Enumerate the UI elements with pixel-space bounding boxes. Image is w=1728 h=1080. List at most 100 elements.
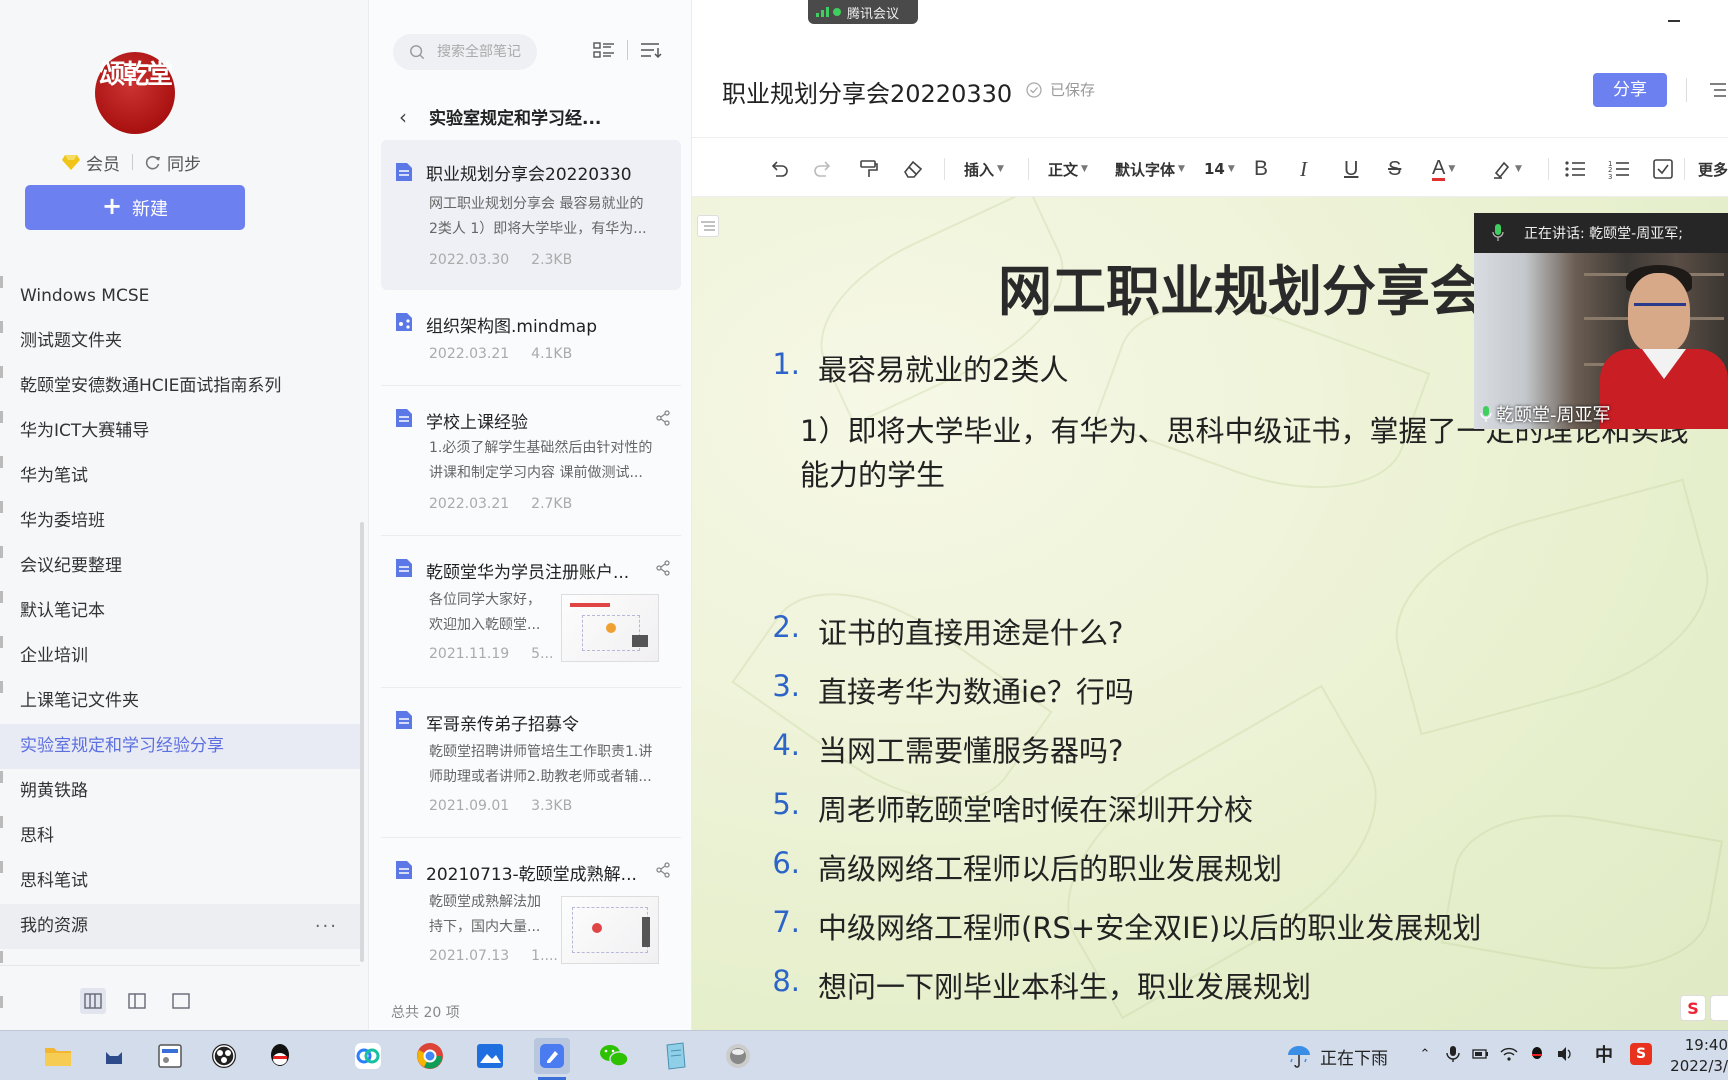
checklist-icon[interactable]	[1652, 158, 1674, 180]
share-icon[interactable]	[655, 410, 671, 426]
note-card[interactable]: 20210713-乾颐堂成熟解... 乾颐堂成熟解法加 持下，国内大量... 20…	[381, 838, 681, 988]
more-tools-button[interactable]: 更多	[1698, 158, 1728, 180]
outline-icon[interactable]	[1708, 80, 1728, 100]
redo-icon[interactable]	[812, 158, 834, 180]
chevron-down-icon: ▼	[1448, 164, 1456, 174]
three-column-view-icon[interactable]	[80, 988, 106, 1014]
underline-button[interactable]: U	[1344, 158, 1358, 180]
sync-icon[interactable]	[145, 154, 161, 170]
qq-tray-icon[interactable]	[1528, 1045, 1546, 1063]
share-button[interactable]: 分享	[1593, 73, 1667, 107]
sogou-floating-icon[interactable]: S	[1680, 995, 1706, 1021]
brand-logo[interactable]: 颂乾堂	[95, 52, 175, 134]
app-icon[interactable]	[720, 1038, 756, 1074]
document-title[interactable]: 职业规划分享会20220330	[722, 74, 1012, 109]
note-title: 学校上课经验	[426, 413, 528, 433]
folder-item[interactable]: 华为ICT大赛辅导	[0, 409, 360, 454]
note-card[interactable]: 乾颐堂华为学员注册账户... 各位同学大家好， 欢迎加入乾颐堂... 2021.1…	[381, 536, 681, 688]
format-painter-icon[interactable]	[858, 158, 880, 180]
search-box[interactable]	[393, 34, 537, 70]
outline-toggle-button[interactable]	[697, 215, 719, 237]
highlight-button[interactable]: ▼	[1492, 158, 1522, 180]
share-icon[interactable]	[655, 560, 671, 576]
file-explorer-icon[interactable]	[40, 1038, 76, 1074]
image-viewer-icon[interactable]	[472, 1038, 508, 1074]
youdao-note-icon[interactable]	[534, 1038, 570, 1080]
weather-widget[interactable]: 正在下雨	[1286, 1043, 1388, 1069]
qq-icon[interactable]	[262, 1038, 298, 1074]
share-icon[interactable]	[655, 862, 671, 878]
minimize-icon[interactable]	[1668, 20, 1680, 22]
wechat-icon[interactable]	[596, 1038, 632, 1074]
font-size-select[interactable]: 14 ▼	[1204, 158, 1235, 180]
folder-item[interactable]: 乾颐堂安德数通HCIE面试指南系列	[0, 364, 360, 409]
sort-icon[interactable]	[640, 41, 662, 59]
note-snippet: 乾颐堂成熟解法加 持下，国内大量...	[429, 890, 541, 940]
input-method-indicator[interactable]: 中	[1595, 1041, 1613, 1067]
list-view-icon[interactable]	[593, 41, 615, 59]
cat-app-icon[interactable]	[96, 1038, 132, 1074]
folder-item-resources[interactable]: 我的资源 ···	[0, 904, 360, 949]
back-chevron-icon[interactable]: ‹	[399, 105, 407, 129]
note-meta: 2022.03.30 2.3KB	[429, 252, 572, 268]
note-card[interactable]: 组织架构图.mindmap 2022.03.21 4.1KB	[381, 290, 681, 386]
tencent-meeting-icon[interactable]	[350, 1038, 386, 1074]
note-snippet: 乾颐堂招聘讲师管培生工作职责1.讲 师助理或者讲师2.助教老师或者辅...	[429, 740, 652, 790]
volume-icon[interactable]	[1556, 1045, 1574, 1063]
note-date: 2022.03.21	[429, 346, 510, 362]
folder-item[interactable]: 默认笔记本	[0, 589, 360, 634]
folder-item[interactable]: 华为委培班	[0, 499, 360, 544]
folder-item[interactable]: 华为笔试	[0, 454, 360, 499]
folder-item[interactable]: 测试题文件夹	[0, 319, 360, 364]
obs-icon[interactable]	[206, 1038, 242, 1074]
paragraph-style-select[interactable]: 正文 ▼	[1048, 158, 1088, 180]
font-family-select[interactable]: 默认字体 ▼	[1115, 158, 1185, 180]
folder-item-active[interactable]: 实验室规定和学习经验分享	[0, 724, 360, 769]
folder-item[interactable]: 企业培训	[0, 634, 360, 679]
new-note-button[interactable]: + 新建	[25, 185, 245, 230]
battery-icon[interactable]	[1472, 1045, 1490, 1063]
strikethrough-button[interactable]: S	[1388, 158, 1401, 180]
note-card[interactable]: 学校上课经验 1.必须了解学生基础然后由针对性的 讲课和制定学习内容 课前做测试.…	[381, 386, 681, 536]
microphone-icon[interactable]	[1444, 1045, 1462, 1063]
divider	[1686, 78, 1687, 102]
member-label[interactable]: 会员	[86, 150, 120, 175]
document-icon	[396, 409, 412, 427]
note-card-active[interactable]: 职业规划分享会20220330 网工职业规划分享会 最容易就业的 2类人 1）即将…	[381, 140, 681, 290]
note-date: 2021.09.01	[429, 798, 510, 814]
search-input[interactable]	[437, 44, 537, 60]
meeting-status-pill[interactable]: 腾讯会议	[808, 0, 918, 24]
folder-item[interactable]: 思科	[0, 814, 360, 859]
floating-tool-icon[interactable]	[1710, 995, 1728, 1021]
folder-item[interactable]: 朔黄铁路	[0, 769, 360, 814]
chevron-down-icon: ▼	[1178, 164, 1185, 174]
chrome-icon[interactable]	[412, 1038, 448, 1074]
video-call-window[interactable]: 正在讲话: 乾颐堂-周亚军; 乾颐堂-周亚军	[1474, 213, 1728, 429]
sidebar-scrollbar[interactable]	[360, 522, 364, 962]
folder-item[interactable]: 会议纪要整理	[0, 544, 360, 589]
single-view-icon[interactable]	[168, 988, 194, 1014]
italic-button[interactable]: I	[1300, 157, 1307, 181]
undo-icon[interactable]	[768, 158, 790, 180]
numbered-list-icon[interactable]: 123	[1608, 158, 1630, 180]
folder-item[interactable]: 上课笔记文件夹	[0, 679, 360, 724]
two-column-view-icon[interactable]	[124, 988, 150, 1014]
chevron-up-icon[interactable]: ⌃	[1416, 1045, 1434, 1063]
insert-menu[interactable]: 插入 ▼	[964, 158, 1004, 180]
more-options-icon[interactable]: ···	[315, 904, 338, 949]
folder-item[interactable]: 思科笔试	[0, 859, 360, 904]
bold-button[interactable]: B	[1254, 157, 1268, 180]
note-card[interactable]: 军哥亲传弟子招募令 乾颐堂招聘讲师管培生工作职责1.讲 师助理或者讲师2.助教老师…	[381, 688, 681, 838]
eraser-icon[interactable]	[902, 158, 924, 180]
folder-item[interactable]: Windows MCSE	[0, 274, 360, 319]
sogou-ime-icon[interactable]: S	[1630, 1043, 1652, 1065]
notepad-icon[interactable]	[658, 1038, 694, 1074]
sync-label[interactable]: 同步	[167, 150, 201, 175]
wifi-icon[interactable]	[1500, 1045, 1518, 1063]
control-panel-icon[interactable]	[152, 1038, 188, 1074]
leaf-decoration	[1374, 478, 1728, 736]
bullet-list-icon[interactable]	[1564, 158, 1586, 180]
font-color-button[interactable]: A ▼	[1432, 158, 1456, 181]
system-clock[interactable]: 19:40 2022/3/	[1666, 1035, 1728, 1077]
note-title: 军哥亲传弟子招募令	[426, 715, 579, 735]
